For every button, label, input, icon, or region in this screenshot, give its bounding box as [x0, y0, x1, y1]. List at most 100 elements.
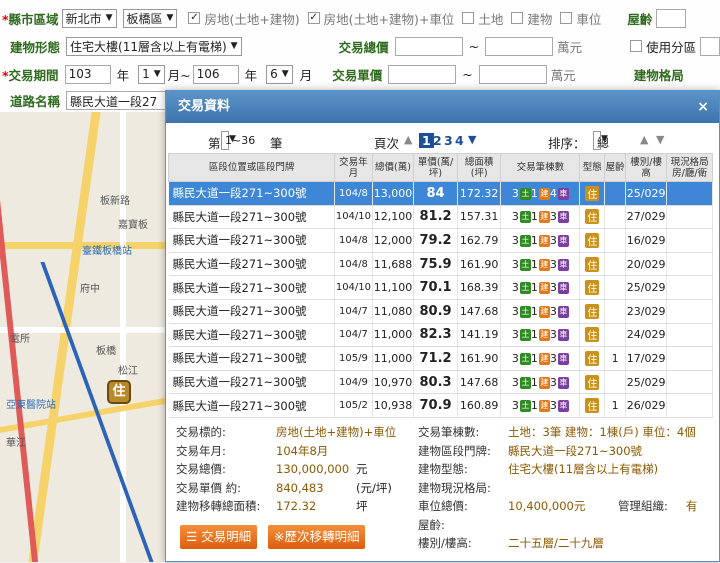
from-month-select[interactable]: 1 ▼ — [138, 64, 165, 84]
building-count: 1 — [530, 304, 538, 318]
col-header[interactable]: 總價(萬) — [371, 153, 415, 182]
county-select[interactable]: 新北市 ▼ — [61, 8, 117, 28]
type-label: 房地(土地+建物)+車位 — [323, 11, 455, 27]
col-header[interactable]: 交易筆棟數 — [500, 153, 581, 182]
cell-total: 11,688 — [372, 252, 415, 277]
cell-type: 住 — [579, 181, 606, 206]
cell-count: 3土1建3車 — [500, 323, 581, 348]
use-partition-checkbox[interactable] — [630, 40, 643, 52]
table-row[interactable]: 縣民大道一段271~300號 104/7 11,000 82.3 141.19 3 土 1 建 3… — [168, 323, 713, 348]
residence-badge-icon: 住 — [585, 209, 600, 225]
map-area[interactable]: 板新路 嘉寶板 臺鐵板橋站 府中 亞東醫院站 華江 板橋 松江 電所 住 — [0, 112, 170, 562]
table-row[interactable]: 縣民大道一段271~300號 104/10 11,100 70.1 168.39 3 土 1 建… — [168, 275, 713, 300]
to-year-input[interactable]: 106 — [192, 64, 239, 84]
building-badge-icon: 建 — [538, 400, 550, 413]
table-row[interactable]: 縣民大道一段271~300號 104/8 11,688 75.9 161.90 3 土 1 建 3… — [168, 252, 713, 277]
cell-floor: 27/029 — [625, 205, 668, 230]
page-prev-icon[interactable]: ▲ — [404, 133, 412, 146]
cell-age — [604, 275, 627, 300]
residence-badge-icon: 住 — [585, 280, 600, 296]
unit-price-max-input[interactable] — [478, 64, 547, 84]
type-checkbox-0[interactable]: ✓ — [188, 12, 201, 24]
road-input[interactable]: 縣民大道一段27 — [66, 90, 167, 110]
residence-badge-icon: 住 — [585, 398, 600, 414]
parking-badge-icon: 車 — [557, 400, 569, 413]
type-checkbox-4[interactable] — [560, 12, 573, 24]
parking-count: 3 — [549, 328, 557, 342]
use-partition-select[interactable] — [700, 36, 720, 56]
from-year-input[interactable]: 103 — [64, 64, 111, 84]
page-link-1[interactable]: 1 — [419, 133, 434, 148]
col-header[interactable]: 交易年月 — [334, 153, 373, 182]
building-badge-icon: 建 — [538, 211, 550, 224]
map-label: 華江 — [6, 438, 26, 449]
cell-date: 104/7 — [334, 299, 373, 324]
cell-count: 3土1建3車 — [500, 228, 581, 253]
col-header[interactable]: 樓別/樓高 — [625, 153, 668, 182]
cell-unit-price: 80.3 — [413, 370, 458, 395]
age-input[interactable] — [656, 8, 687, 28]
cell-unit-price: 79.2 — [413, 228, 458, 253]
page-link-2[interactable]: 2 — [433, 133, 442, 148]
cell-total: 12,000 — [372, 228, 415, 253]
month-range-text: 月~ — [167, 67, 191, 83]
page-link-3[interactable]: 3 — [444, 133, 453, 148]
record-range-select[interactable]: 1~36 ▼ — [221, 131, 255, 150]
total-price-max-input[interactable] — [485, 36, 554, 56]
map-road — [28, 112, 101, 562]
type-checkbox-2[interactable] — [462, 12, 475, 24]
type-label: 土地 — [478, 11, 504, 27]
to-month-select[interactable]: 6 ▼ — [266, 64, 293, 84]
map-label: 嘉寶板 — [118, 220, 148, 231]
detail-key: 交易標的: — [176, 425, 226, 439]
map-location-pin[interactable]: 住 — [107, 380, 131, 404]
cell-age — [604, 181, 627, 206]
parking-count: 3 — [549, 375, 557, 389]
total-price-min-input[interactable] — [394, 36, 463, 56]
table-row[interactable]: 縣民大道一段271~300號 104/8 12,000 79.2 162.79 3 土 1 建 3… — [168, 228, 713, 253]
col-header[interactable]: 區段位置或區段門牌 — [167, 153, 336, 182]
road-label: 道路名稱 — [10, 93, 61, 109]
table-row[interactable]: 縣民大道一段271~300號 104/8 13,000 84 172.32 3 土 1 建 4 車住… — [168, 181, 713, 206]
table-row[interactable]: 縣民大道一段271~300號 104/7 11,080 80.9 147.68 3 土 1 建 3… — [168, 299, 713, 324]
parking-badge-icon: 車 — [557, 282, 569, 295]
district-select[interactable]: 板橋區 ▼ — [122, 8, 178, 28]
col-header[interactable]: 現況格局房/廳/衛 — [666, 153, 713, 182]
col-header[interactable]: 單價(萬/坪) — [413, 153, 458, 182]
sort-desc-icon[interactable]: ▼ — [656, 133, 664, 146]
sort-asc-icon[interactable]: ▲ — [640, 133, 648, 146]
land-badge-icon: 土 — [519, 211, 531, 224]
transaction-detail-button[interactable]: ☰ 交易明細 — [180, 525, 258, 549]
building-type-select[interactable]: 住宅大樓(11層含以上有電梯) ▼ — [66, 36, 242, 56]
age-key: 屋齡: — [418, 517, 445, 532]
close-icon[interactable]: × — [697, 91, 709, 123]
land-count: 3 — [511, 399, 519, 413]
cell-count: 3土1建3車 — [500, 205, 581, 230]
cell-layout — [666, 275, 713, 300]
table-row[interactable]: 縣民大道一段271~300號 104/10 12,100 81.2 157.31 3 土 1 建… — [168, 205, 713, 230]
col-header[interactable]: 型態 — [579, 153, 606, 182]
page-next-icon[interactable]: ▼ — [468, 133, 476, 146]
detail-value: 縣民大道一段271~300號 — [508, 443, 643, 458]
cell-date: 105/9 — [334, 346, 373, 371]
page-link-4[interactable]: 4 — [455, 133, 464, 148]
type-checkbox-3[interactable] — [511, 12, 524, 24]
cell-age — [604, 323, 627, 348]
parking-badge-icon: 車 — [557, 376, 569, 389]
parking-badge-icon: 車 — [557, 329, 569, 342]
cell-layout — [666, 299, 713, 324]
table-row[interactable]: 縣民大道一段271~300號 105/2 10,938 70.9 160.89 3 土 1 建 3… — [168, 393, 713, 418]
type-checkbox-1[interactable]: ✓ — [307, 12, 320, 24]
unit-price-min-input[interactable] — [388, 64, 457, 84]
detail-value: 房地(土地+建物)+車位 — [276, 425, 397, 439]
table-row[interactable]: 縣民大道一段271~300號 104/9 10,970 80.3 147.68 3 土 1 建 3… — [168, 370, 713, 395]
type-label: 車位 — [576, 11, 602, 27]
sort-select[interactable]: 總價▼ — [593, 131, 609, 167]
table-row[interactable]: 縣民大道一段271~300號 105/9 11,000 71.2 161.90 3 土 1 建 3… — [168, 346, 713, 371]
col-header[interactable]: 屋齡 — [604, 153, 627, 182]
building-count: 1 — [530, 328, 538, 342]
cell-address: 縣民大道一段271~300號 — [168, 346, 336, 371]
cell-age — [604, 252, 627, 277]
col-header[interactable]: 總面積(坪) — [456, 153, 502, 182]
transfer-history-button[interactable]: ※歷次移轉明細 — [268, 525, 366, 549]
